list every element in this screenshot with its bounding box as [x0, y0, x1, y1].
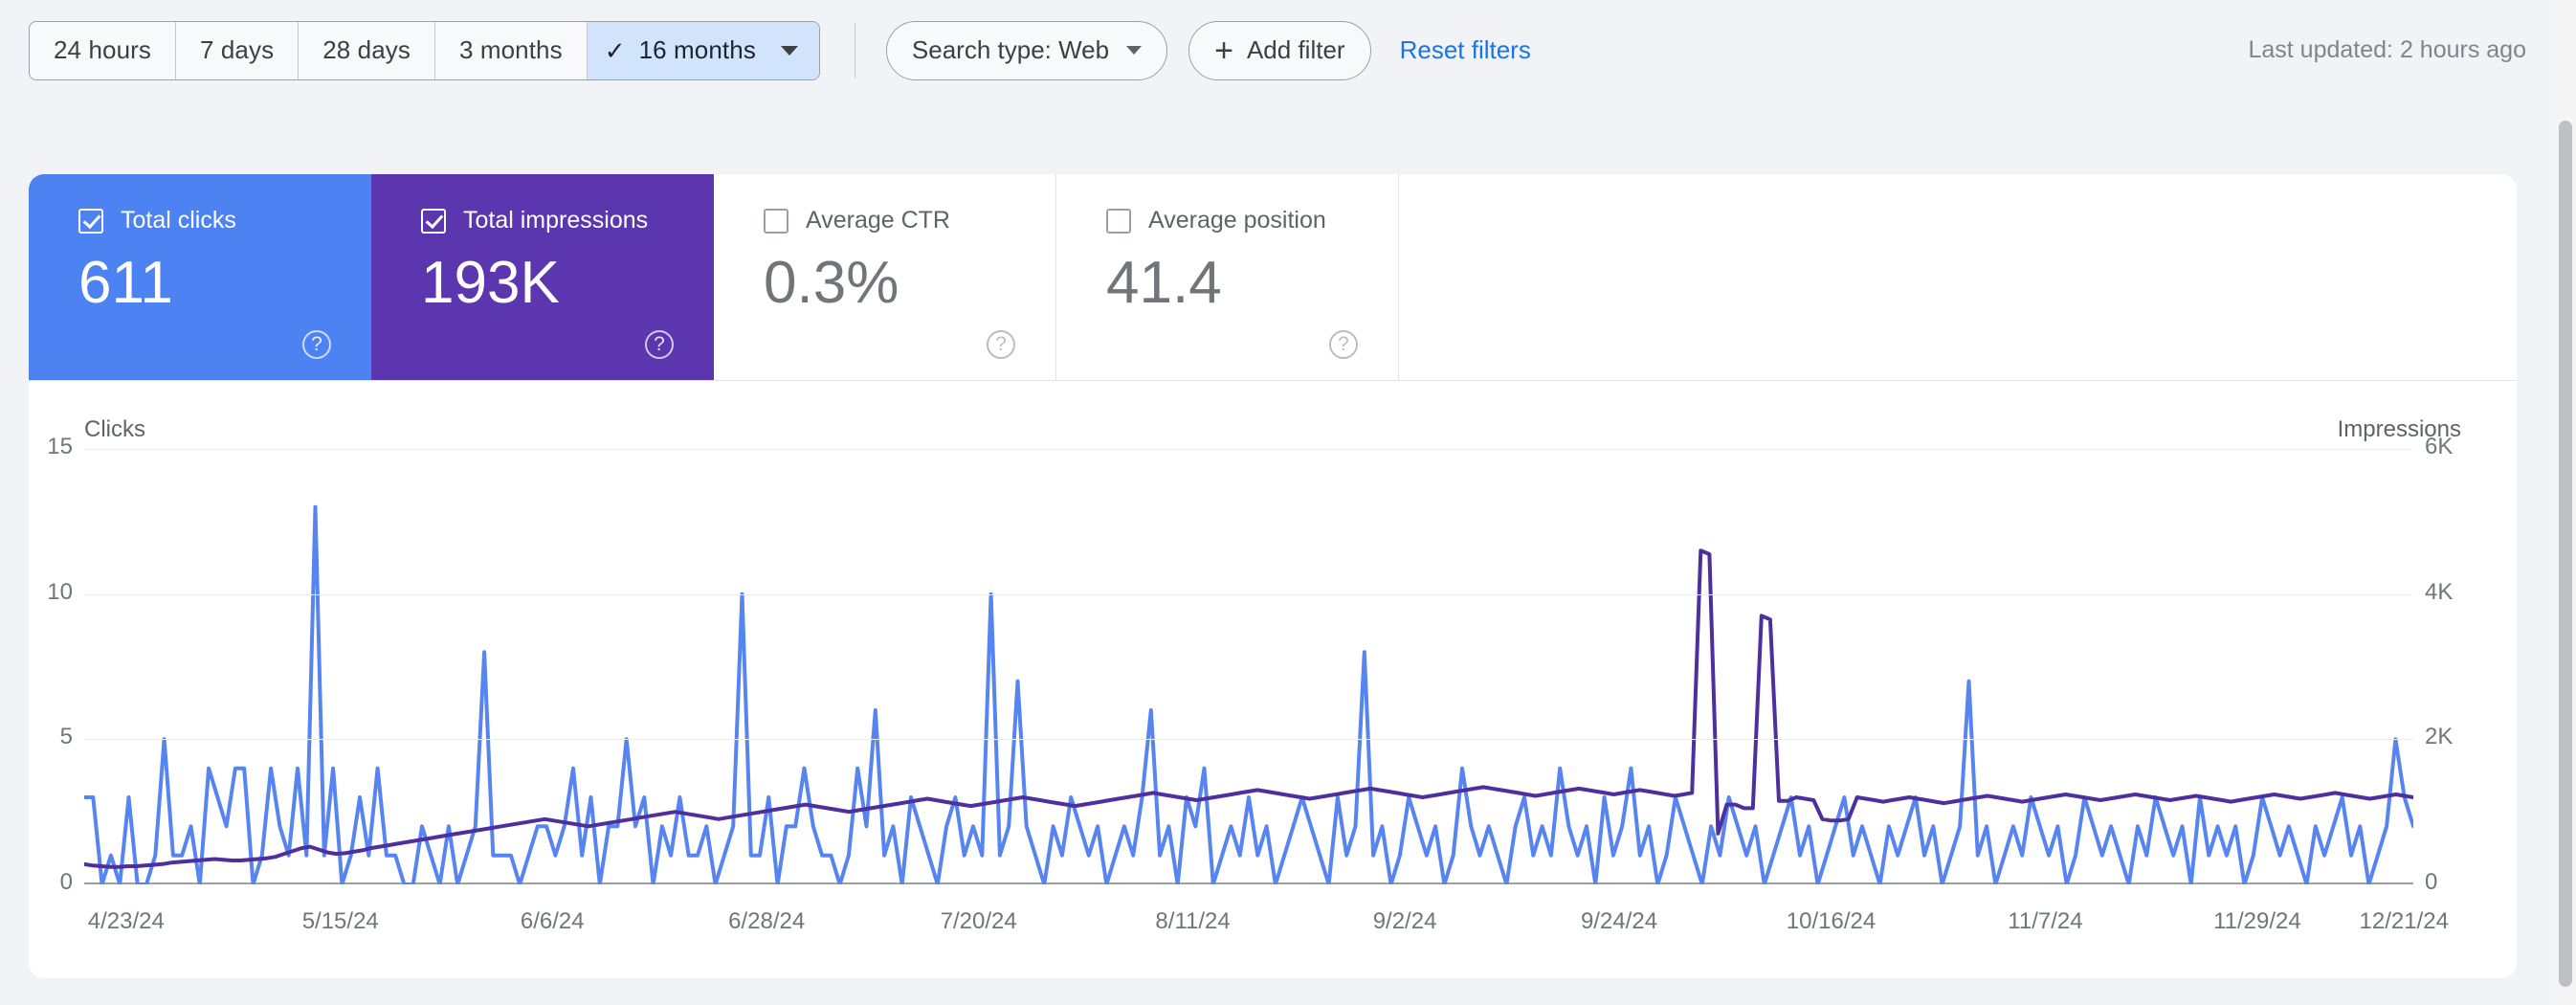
x-axis-tick-label: 12/21/24 [2359, 908, 2449, 934]
metric-card-average-ctr[interactable]: Average CTR 0.3%? [714, 174, 1056, 380]
right-axis-tick-label: 4K [2425, 578, 2454, 605]
search-performance-page: 24 hours 7 days 28 days 3 months ✓ 16 months … [0, 0, 2576, 1005]
add-filter-label: Add filter [1246, 35, 1345, 64]
metric-value: 611 [78, 250, 173, 316]
metric-value: 0.3% [764, 250, 899, 316]
x-axis-tick-label: 8/11/24 [1155, 908, 1231, 934]
search-type-filter[interactable]: Search type: Web [885, 20, 1168, 80]
x-axis-tick-label: 11/29/24 [2213, 908, 2301, 934]
date-range-label: 28 days [322, 35, 411, 64]
x-axis-tick-label: 6/6/24 [520, 908, 585, 934]
date-range-label: 24 hours [54, 35, 151, 64]
chevron-down-icon [780, 45, 798, 56]
left-axis-tick-label: 10 [47, 578, 73, 605]
help-icon[interactable]: ? [987, 330, 1015, 359]
metric-card-average-position[interactable]: Average position 41.4? [1056, 174, 1399, 380]
metric-header: Total impressions [421, 207, 714, 234]
x-axis-tick-label: 5/15/24 [301, 908, 379, 934]
metric-header: Total clicks [78, 207, 371, 234]
help-icon[interactable]: ? [645, 330, 674, 359]
metric-card-total-clicks[interactable]: Total clicks 611? [29, 174, 371, 380]
metric-checkbox[interactable] [78, 208, 103, 234]
add-filter-button[interactable]: + Add filter [1188, 20, 1371, 80]
series-line-clicks [84, 507, 2413, 884]
date-range-24-hours[interactable]: 24 hours [30, 21, 176, 79]
chart-plot-area [84, 449, 2413, 884]
chart-series-svg [84, 449, 2413, 884]
right-axis-tick-label: 0 [2425, 869, 2438, 895]
reset-filters-link[interactable]: Reset filters [1400, 35, 1531, 65]
metric-label: Average position [1148, 207, 1326, 234]
filters-toolbar: 24 hours 7 days 28 days 3 months ✓ 16 months … [0, 0, 2576, 100]
metric-label: Average CTR [806, 207, 950, 234]
x-axis-tick-label: 10/16/24 [1786, 908, 1876, 934]
x-axis-tick-label: 9/2/24 [1372, 908, 1437, 934]
date-range-7-days[interactable]: 7 days [176, 21, 300, 79]
performance-chart: Clicks Impressions 0 5 10 15 0 2K 4K 6K 4/23/2… [29, 380, 2517, 978]
left-axis-tick-label: 5 [59, 724, 73, 750]
date-range-label: 16 months [638, 35, 756, 64]
metric-checkbox[interactable] [421, 208, 446, 234]
x-axis-tick-label: 6/28/24 [728, 908, 806, 934]
series-line-impressions [84, 550, 2413, 867]
metric-label: Total clicks [121, 207, 236, 234]
x-axis-tick-label: 7/20/24 [940, 908, 1017, 934]
date-range-label: 7 days [199, 35, 275, 64]
help-icon[interactable]: ? [302, 330, 331, 359]
date-range-label: 3 months [458, 35, 563, 64]
right-axis-tick-label: 2K [2425, 724, 2454, 750]
left-axis-tick-label: 0 [59, 869, 73, 895]
right-axis-tick-label: 6K [2425, 434, 2454, 459]
date-range-16-months[interactable]: ✓ 16 months [587, 21, 819, 79]
left-axis-title: Clicks [84, 416, 145, 442]
gridline [84, 739, 2413, 741]
date-range-28-days[interactable]: 28 days [299, 21, 435, 79]
metric-checkbox[interactable] [1106, 208, 1131, 234]
metric-cards: Total clicks 611? Total impressions 193K? Av… [29, 174, 1399, 380]
chevron-down-icon [1126, 46, 1143, 55]
plus-icon: + [1214, 32, 1233, 69]
metric-header: Average position [1106, 207, 1398, 234]
metric-label: Total impressions [463, 207, 649, 234]
last-updated-text: Last updated: 2 hours ago [2248, 36, 2526, 63]
x-axis-tick-label: 11/7/24 [2008, 908, 2083, 934]
gridline [84, 449, 2413, 450]
metric-value: 193K [421, 250, 560, 316]
metric-card-total-impressions[interactable]: Total impressions 193K? [371, 174, 714, 380]
date-range-3-months[interactable]: 3 months [435, 21, 588, 79]
metric-header: Average CTR [764, 207, 1055, 234]
search-type-label: Search type: Web [911, 35, 1110, 64]
x-axis-tick-label: 9/24/24 [1580, 908, 1658, 934]
vertical-scrollbar[interactable] [2555, 0, 2576, 1005]
help-icon[interactable]: ? [1329, 330, 1358, 359]
scrollbar-thumb[interactable] [2559, 121, 2572, 987]
x-axis-tick-label: 4/23/24 [87, 908, 165, 934]
check-icon: ✓ [604, 35, 626, 65]
gridline [84, 593, 2413, 595]
left-axis-tick-label: 15 [47, 434, 73, 459]
date-range-selector[interactable]: 24 hours 7 days 28 days 3 months ✓ 16 months [29, 20, 820, 80]
metric-checkbox[interactable] [764, 208, 788, 234]
performance-card: Total clicks 611? Total impressions 193K? Av… [29, 174, 2517, 978]
metric-value: 41.4 [1106, 250, 1222, 316]
